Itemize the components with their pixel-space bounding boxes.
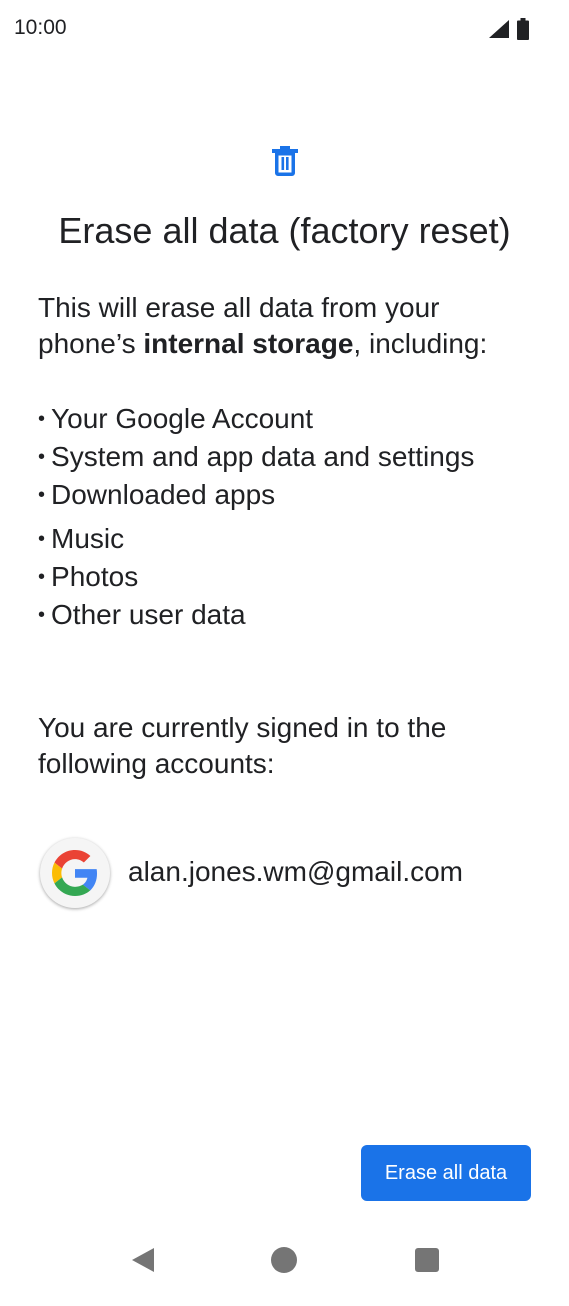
intro-text: This will erase all data from your phone… [38,290,538,362]
bullet: • [38,484,46,506]
battery-icon [517,18,529,40]
home-icon[interactable] [271,1247,297,1273]
accounts-text: You are currently signed in to the follo… [38,712,447,779]
list-item-label: System and app data and settings [51,441,475,472]
status-time: 10:00 [14,16,67,39]
status-bar: 10:00 [0,0,569,60]
list-item: • System and app data and settings [38,438,474,476]
erase-all-data-button[interactable]: Erase all data [361,1145,531,1201]
list-item-label: Music [51,523,125,554]
list-item: • Other user data [38,596,474,634]
list-item: • Your Google Account [38,400,474,438]
list-item-label: Other user data [51,599,246,630]
navigation-bar [0,1240,569,1280]
avatar [40,838,110,908]
trash-icon [272,146,298,176]
recents-icon[interactable] [415,1248,439,1272]
list-item-label: Your Google Account [51,403,314,434]
intro-bold: internal storage [143,328,354,359]
list-item: • Downloaded apps [38,476,474,514]
signal-icon [489,20,509,38]
bullet: • [38,566,46,588]
bullet: • [38,408,46,430]
list-item-label: Photos [51,561,139,592]
list-item-label: Downloaded apps [51,479,276,510]
page-title: Erase all data (factory reset) [58,210,511,251]
list-item: • Music [38,520,474,558]
bullet: • [38,528,46,550]
account-email: alan.jones.wm@gmail.com [128,856,463,887]
list-item: • Photos [38,558,474,596]
intro-suffix: , including: [353,328,488,359]
erase-items-list: • Your Google Account • System and app dat… [38,400,474,634]
back-icon[interactable] [130,1247,156,1273]
bullet: • [38,604,46,626]
google-icon [52,850,98,896]
account-row: alan.jones.wm@gmail.com [40,838,540,908]
bullet: • [38,446,46,468]
